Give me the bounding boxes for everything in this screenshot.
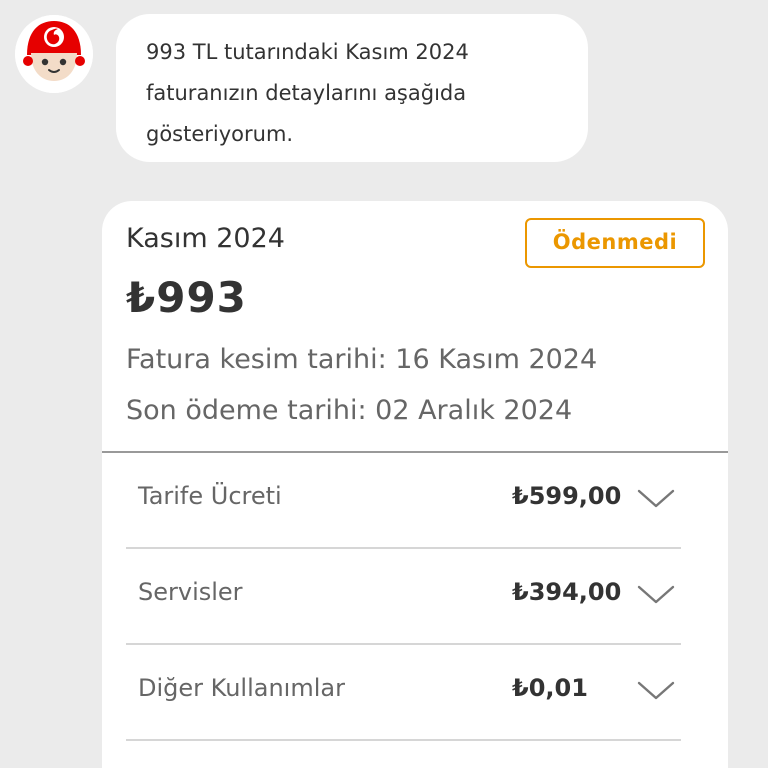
bill-item-value: ₺0,01 [512,674,588,702]
chevron-down-icon[interactable] [636,679,676,703]
bill-item-other-usage[interactable]: Diğer Kullanımlar ₺0,01 [126,645,681,741]
row-divider [126,739,681,741]
bill-item-value: ₺599,00 [512,482,622,510]
bill-item-label: Tarife Ücreti [138,482,282,510]
bill-item-label: Diğer Kullanımlar [138,674,345,702]
assistant-message-bubble: 993 TL tutarındaki Kasım 2024 faturanızı… [116,14,588,162]
bill-item-label: Servisler [138,578,243,606]
bill-item-tariff[interactable]: Tarife Ücreti ₺599,00 [126,453,681,549]
bill-item-services[interactable]: Servisler ₺394,00 [126,549,681,645]
chevron-down-icon[interactable] [636,583,676,607]
chevron-down-icon[interactable] [636,487,676,511]
chat-screen: 993 TL tutarındaki Kasım 2024 faturanızı… [0,0,768,768]
bill-due-date: Son ödeme tarihi: 02 Aralık 2024 [126,395,573,426]
bill-issue-date: Fatura kesim tarihi: 16 Kasım 2024 [126,344,598,375]
assistant-message-text: 993 TL tutarındaki Kasım 2024 faturanızı… [146,40,469,146]
bill-amount: ₺993 [126,273,247,322]
bill-item-value: ₺394,00 [512,578,622,606]
payment-status-badge: Ödenmedi [525,218,705,268]
bill-month: Kasım 2024 [126,223,285,254]
tobi-avatar-icon [15,15,93,93]
bill-card[interactable]: Kasım 2024 Ödenmedi ₺993 Fatura kesim ta… [102,201,728,768]
